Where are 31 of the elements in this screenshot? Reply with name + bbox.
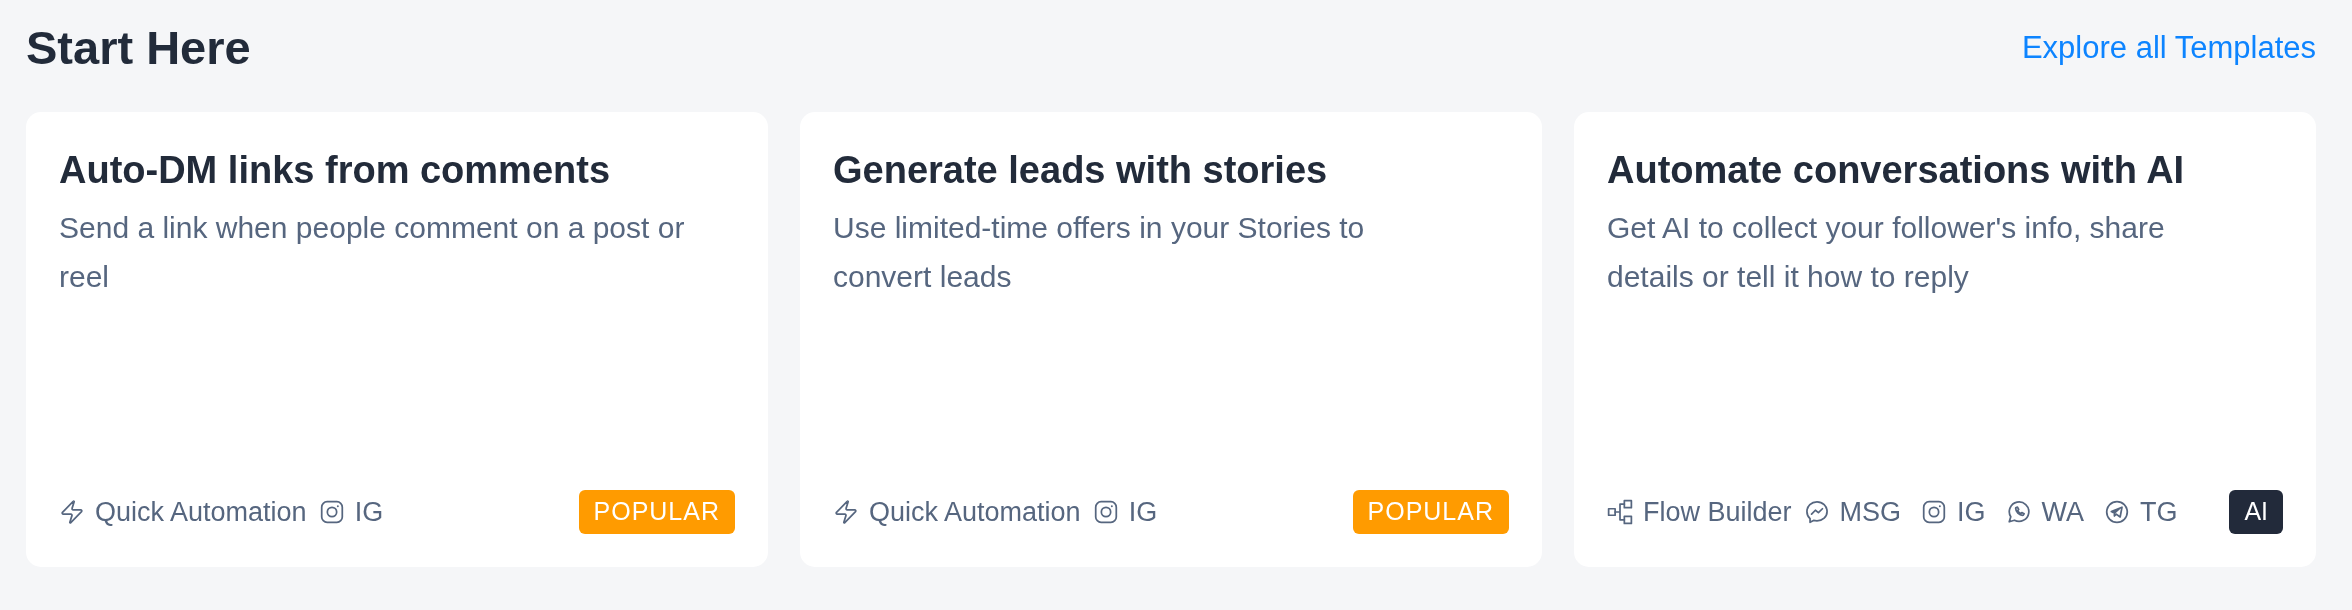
channel-label: WA xyxy=(2041,495,2085,529)
automation-type-label: Quick Automation xyxy=(869,495,1081,529)
card-description: Use limited-time offers in your Stories to convert leads xyxy=(833,210,1366,295)
template-card[interactable]: Automate conversations with AI Get AI to collect your follower's info, share details or tell it how to reply Flow Builder MSG IG WA TG AI xyxy=(1574,112,2316,567)
lightning-icon xyxy=(833,499,859,525)
channel-label: TG xyxy=(2140,495,2178,529)
flowchart-icon xyxy=(1607,499,1633,525)
messenger-icon xyxy=(1803,499,1830,525)
instagram-icon xyxy=(1921,499,1948,525)
telegram-icon xyxy=(2104,499,2131,525)
instagram-icon xyxy=(318,499,345,525)
card-title: Automate conversations with AI xyxy=(1607,148,2186,193)
channel-label: MSG xyxy=(1839,495,1902,529)
section-title: Start Here xyxy=(26,23,251,71)
card-description: Send a link when people comment on a post or reel xyxy=(59,210,686,295)
automation-type-label: Flow Builder xyxy=(1643,495,1792,529)
template-card[interactable]: Auto-DM links from comments Send a link when people comment on a post or reel Quick Automation IG POPULAR xyxy=(26,112,768,567)
lightning-icon xyxy=(59,499,85,525)
instagram-icon xyxy=(1092,499,1119,525)
whatsapp-icon xyxy=(2005,499,2032,525)
channel-label: IG xyxy=(354,495,384,529)
card-badge: POPULAR xyxy=(1352,490,1509,534)
card-badge: AI xyxy=(2229,490,2283,534)
card-description: Get AI to collect your follower's info, share details or tell it how to reply xyxy=(1607,210,2166,295)
automation-type-label: Quick Automation xyxy=(95,495,307,529)
template-card[interactable]: Generate leads with stories Use limited-time offers in your Stories to convert leads Quick Automation IG POPULAR xyxy=(800,112,1542,567)
card-title: Generate leads with stories xyxy=(833,148,1329,193)
card-badge: POPULAR xyxy=(578,490,735,534)
channel-label: IG xyxy=(1957,495,1986,529)
card-title: Auto-DM links from comments xyxy=(59,148,612,193)
channel-label: IG xyxy=(1128,495,1158,529)
